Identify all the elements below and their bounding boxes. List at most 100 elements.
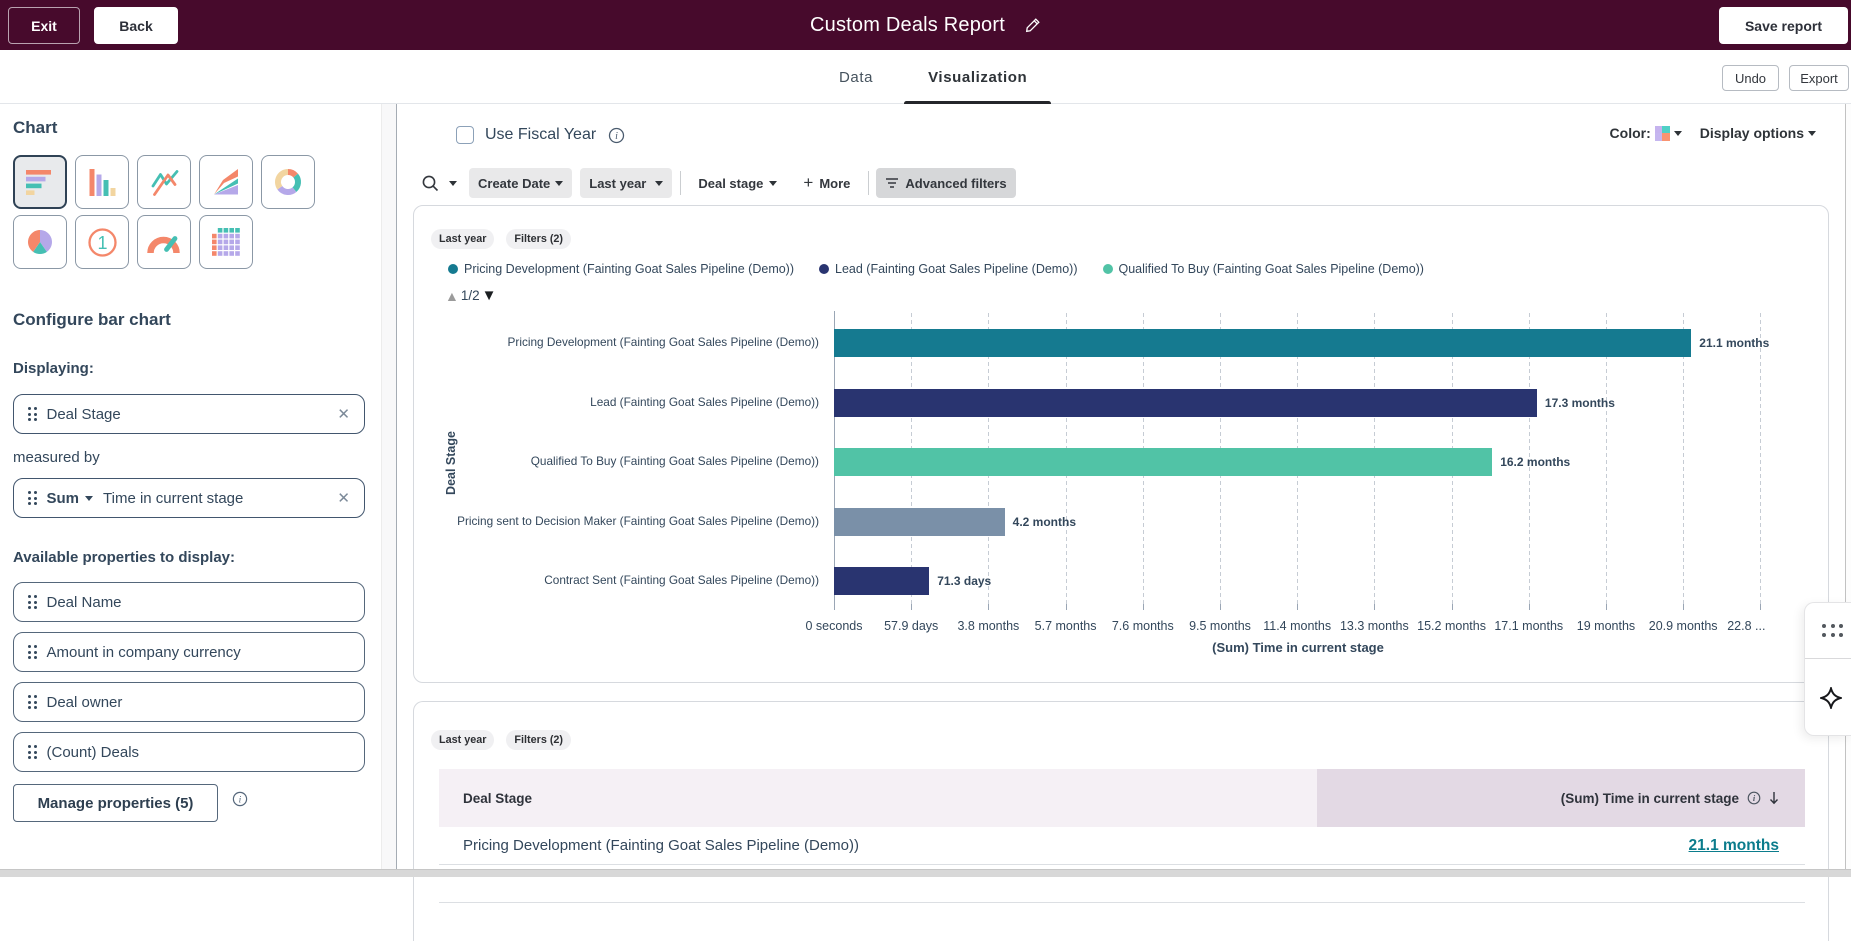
data-table: Deal Stage (Sum) Time in current stage i… (439, 769, 1805, 903)
filter-lines-icon (886, 178, 899, 188)
color-palette-swatch[interactable] (1654, 125, 1670, 141)
chart-type-gauge-button[interactable] (137, 215, 191, 269)
plus-icon: + (803, 173, 814, 192)
bar-value-label: 21.1 months (1699, 336, 1770, 350)
tab-data[interactable]: Data (815, 50, 897, 104)
tick-mark (1683, 604, 1685, 610)
date-range-filter[interactable]: Last year (580, 168, 673, 198)
deal-stage-label: Deal stage (698, 175, 764, 191)
bar[interactable] (834, 567, 930, 595)
remove-icon[interactable]: ✕ (337, 489, 350, 507)
bar[interactable] (834, 329, 1692, 357)
chart-type-area-button[interactable] (199, 155, 253, 209)
use-fiscal-year-label: Use Fiscal Year (485, 126, 597, 143)
displaying-field[interactable]: Deal Stage ✕ (13, 394, 365, 434)
tick-mark (988, 604, 990, 610)
ai-sparkle-icon[interactable] (1820, 687, 1842, 709)
measure-field[interactable]: Sum Time in current stage ✕ (13, 478, 365, 518)
property-field[interactable]: (Count) Deals (13, 732, 365, 772)
chart-type-table-button[interactable] (199, 215, 253, 269)
tabs: Data Visualization (815, 50, 1052, 106)
display-options-dropdown[interactable]: Display options (1700, 125, 1804, 141)
bar-value-label: 71.3 days (937, 574, 992, 588)
chevron-down-icon (769, 180, 778, 186)
bar[interactable] (834, 388, 1537, 417)
column-header-deal-stage[interactable]: Deal Stage (439, 769, 1317, 827)
drag-handle-icon[interactable] (28, 407, 37, 421)
drag-handle-icon[interactable] (28, 695, 37, 709)
value-link[interactable]: 21.1 months (1689, 837, 1779, 855)
tick-mark (1142, 604, 1144, 610)
create-date-filter[interactable]: Create Date (469, 168, 573, 198)
chevron-down-icon[interactable] (449, 180, 457, 186)
chevron-down-icon (85, 495, 94, 501)
bar-chart-plot: (Sum) Time in current stage Deal Stage 0… (414, 206, 1830, 684)
tick-mark (1760, 604, 1762, 610)
manage-properties-button[interactable]: Manage properties (5) (13, 784, 218, 822)
chart-type-horizontal-bar-button[interactable] (13, 155, 67, 209)
tab-visualization[interactable]: Visualization (904, 50, 1052, 106)
tick-mark (834, 604, 835, 610)
advanced-filters-label: Advanced filters (905, 175, 1007, 191)
displaying-label: Displaying: (13, 360, 94, 377)
aggregation-dropdown[interactable]: Sum (47, 490, 80, 507)
save-report-button[interactable]: Save report (1719, 7, 1848, 44)
drag-handle-icon[interactable] (28, 745, 37, 759)
chevron-down-icon (1808, 130, 1816, 136)
svg-text:i: i (239, 795, 242, 805)
chevron-down-icon (1673, 130, 1682, 136)
table-header: Deal Stage (Sum) Time in current stage i (439, 769, 1805, 827)
bar[interactable] (834, 448, 1493, 476)
svg-text:i: i (1753, 794, 1756, 803)
property-field[interactable]: Amount in company currency (13, 632, 365, 672)
measure-field-label: Time in current stage (103, 489, 244, 507)
deal-stage-filter[interactable]: Deal stage (698, 175, 778, 191)
cell-time-in-stage: 21.1 months (1317, 827, 1805, 864)
chart-type-column-button[interactable] (75, 155, 129, 209)
bar-value-label: 17.3 months (1544, 395, 1615, 410)
property-label: Deal Name (46, 593, 122, 611)
chart-type-donut-button[interactable] (261, 155, 315, 209)
more-filters-button[interactable]: + More (803, 173, 850, 193)
y-category-label: Lead (Fainting Goat Sales Pipeline (Demo… (590, 394, 819, 409)
export-button[interactable]: Export (1789, 65, 1849, 91)
page-title: Custom Deals Report (810, 13, 1005, 36)
cell-deal-stage: Pricing Development (Fainting Goat Sales… (463, 837, 860, 854)
sidebar: Chart 1 Configure bar chart Displaying: … (0, 104, 397, 869)
drag-handle-icon[interactable] (28, 595, 37, 609)
vertical-scrollbar[interactable] (1845, 104, 1851, 869)
property-label: (Count) Deals (46, 743, 140, 761)
exit-button[interactable]: Exit (8, 7, 80, 44)
measured-by-label: measured by (13, 449, 100, 466)
column-header-time-in-stage[interactable]: (Sum) Time in current stage i (1317, 769, 1805, 827)
info-icon[interactable]: i (608, 127, 625, 144)
search-icon[interactable] (421, 174, 440, 193)
undo-button[interactable]: Undo (1722, 65, 1779, 91)
divider (1805, 658, 1851, 659)
table-body: Pricing Development (Fainting Goat Sales… (439, 827, 1805, 903)
horizontal-scrollbar[interactable] (0, 869, 1851, 877)
sidebar-scrollbar[interactable] (381, 104, 396, 869)
drag-handle-icon[interactable] (28, 645, 37, 659)
divider (680, 171, 682, 195)
chart-type-single-value-button[interactable]: 1 (75, 215, 129, 269)
y-category-label: Pricing sent to Decision Maker (Fainting… (457, 513, 819, 528)
remove-icon[interactable]: ✕ (337, 405, 350, 423)
chart-type-line-button[interactable] (137, 155, 191, 209)
edit-pencil-icon[interactable] (1025, 17, 1041, 33)
chevron-down-icon (655, 180, 664, 186)
property-field[interactable]: Deal owner (13, 682, 365, 722)
advanced-filters-button[interactable]: Advanced filters (876, 168, 1016, 198)
property-field[interactable]: Deal Name (13, 582, 365, 622)
drag-handle-icon[interactable] (28, 491, 37, 505)
property-label: Amount in company currency (46, 643, 241, 661)
info-icon[interactable]: i (232, 791, 248, 807)
info-icon[interactable]: i (1747, 791, 1761, 805)
back-button[interactable]: Back (94, 7, 178, 44)
drag-grip-icon[interactable] (1822, 624, 1843, 637)
use-fiscal-year-checkbox[interactable] (456, 126, 474, 144)
bar[interactable] (834, 507, 1005, 536)
bar-value-label: 16.2 months (1500, 455, 1571, 469)
chart-type-pie-button[interactable] (13, 215, 67, 269)
displaying-field-label: Deal Stage (46, 405, 121, 423)
